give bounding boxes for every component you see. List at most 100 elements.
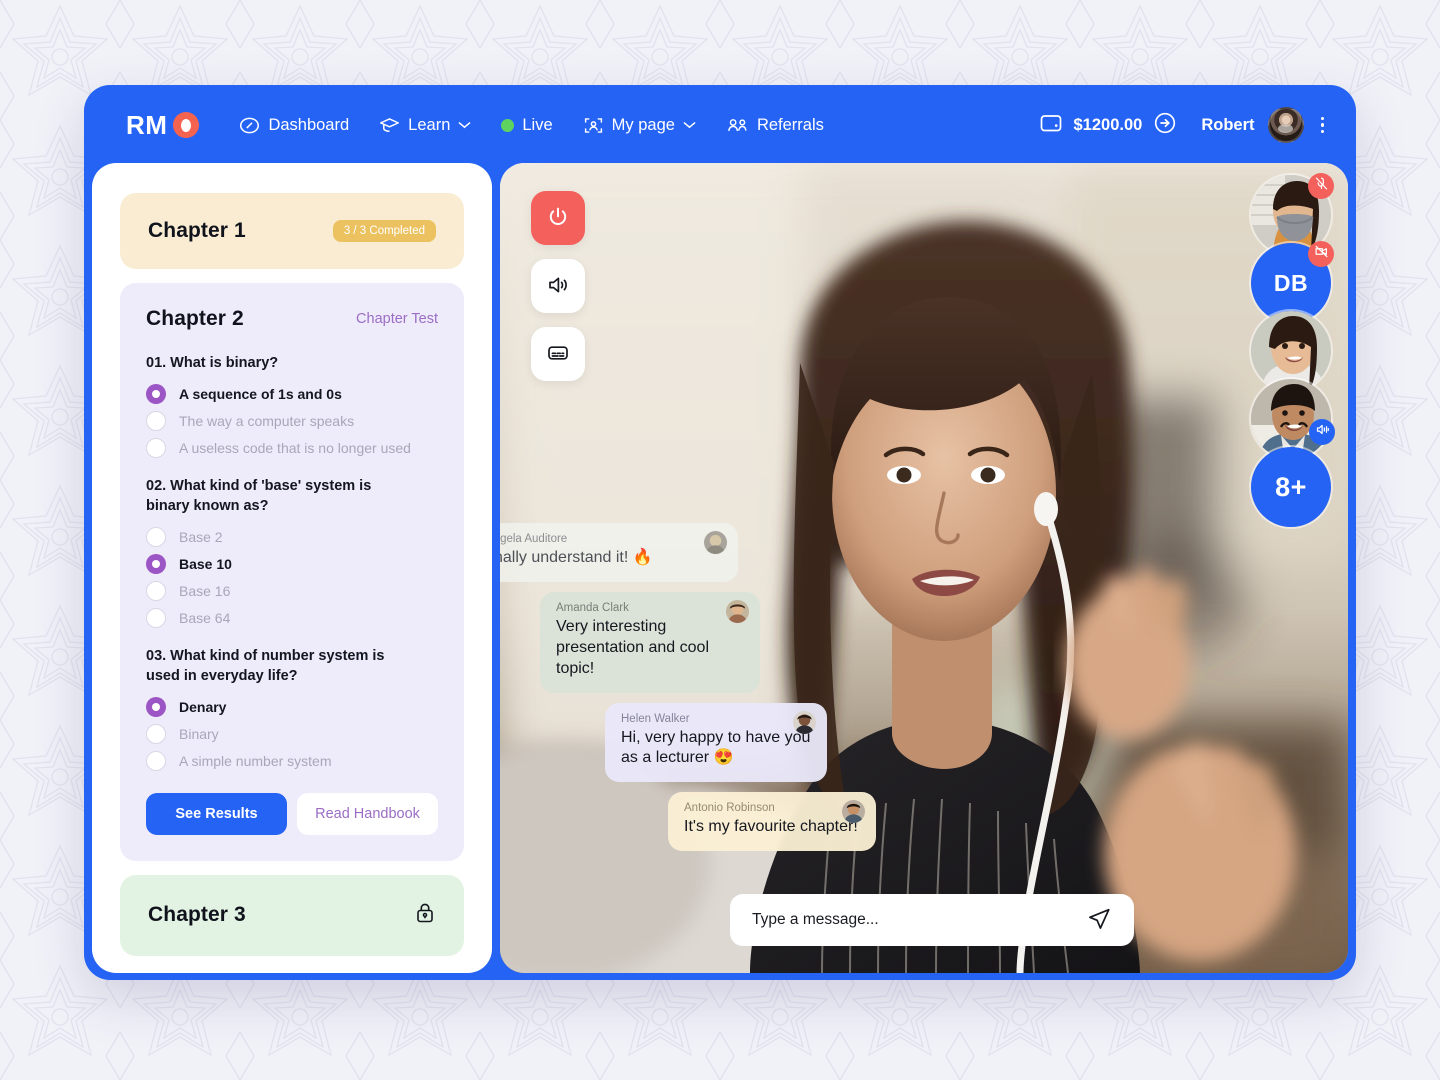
chat-message-avatar bbox=[704, 531, 727, 555]
chat-message-author: Antonio Robinson bbox=[684, 802, 775, 815]
nav-label-learn: Learn bbox=[408, 115, 451, 134]
option-label: Base 10 bbox=[179, 555, 232, 572]
question-3-option-2[interactable]: Binary bbox=[146, 723, 438, 744]
nav-label-dashboard: Dashboard bbox=[268, 115, 350, 134]
header-right: $1200.00 Robert bbox=[1039, 107, 1329, 143]
question-1-option-3[interactable]: A useless code that is no longer used bbox=[146, 437, 438, 458]
participant-4-speaking-badge bbox=[1309, 419, 1335, 445]
question-2-option-1[interactable]: Base 2 bbox=[146, 526, 438, 547]
power-icon bbox=[546, 205, 570, 232]
chapter-test-link[interactable]: Chapter Test bbox=[356, 311, 438, 327]
radio-icon bbox=[146, 410, 166, 431]
captions-icon bbox=[546, 341, 570, 368]
user-name: Robert bbox=[1201, 115, 1255, 134]
user-frame-icon bbox=[583, 115, 604, 136]
radio-icon bbox=[146, 607, 166, 628]
participant-overflow-count: 8+ bbox=[1251, 447, 1331, 527]
chat-message-author: Angela Auditore bbox=[500, 533, 568, 546]
chat-message-author: Helen Walker bbox=[621, 712, 690, 725]
nav-item-my-page[interactable]: My page bbox=[583, 115, 696, 136]
participant-overflow-label: 8+ bbox=[1275, 471, 1307, 502]
question-1-option-2[interactable]: The way a computer speaks bbox=[146, 410, 438, 431]
question-2-option-3[interactable]: Base 16 bbox=[146, 580, 438, 601]
mic-off-icon bbox=[1314, 176, 1329, 196]
chat-messages: Angela Auditore finally understand it! 🔥… bbox=[500, 523, 1348, 851]
chat-message-avatar bbox=[726, 600, 749, 624]
nav-label-my-page: My page bbox=[611, 115, 675, 134]
option-label: A useless code that is no longer used bbox=[179, 439, 411, 456]
radio-icon bbox=[146, 696, 166, 717]
participant-overflow[interactable]: 8+ bbox=[1249, 445, 1333, 529]
brand-logo[interactable]: RM bbox=[126, 109, 200, 141]
chapter-card-3[interactable]: Chapter 3 bbox=[120, 874, 464, 956]
chapter-3-title: Chapter 3 bbox=[148, 903, 246, 927]
participant-2-label: DB bbox=[1273, 269, 1309, 296]
send-button[interactable] bbox=[1082, 902, 1116, 939]
lock-icon bbox=[414, 901, 436, 930]
captions-button[interactable] bbox=[531, 327, 585, 381]
record-dot-icon bbox=[173, 112, 200, 138]
wallet-amount: $1200.00 bbox=[1073, 115, 1143, 134]
nav-item-dashboard[interactable]: Dashboard bbox=[239, 115, 349, 136]
chat-message-avatar bbox=[842, 800, 865, 824]
speaker-button[interactable] bbox=[531, 259, 585, 313]
chat-message-text: Hi, very happy to have you as a lecturer… bbox=[621, 728, 811, 767]
nav-label-live: Live bbox=[522, 115, 553, 134]
chat-message-text: It's my favourite chapter! bbox=[684, 818, 858, 836]
nav-item-learn[interactable]: Learn bbox=[379, 115, 471, 136]
chat-message-avatar bbox=[793, 710, 816, 734]
live-dot-icon bbox=[501, 118, 515, 132]
nav-item-referrals[interactable]: Referrals bbox=[726, 115, 824, 136]
user-block[interactable]: Robert bbox=[1201, 107, 1328, 143]
chat-message-2: Amanda Clark Very interesting presentati… bbox=[540, 592, 760, 693]
option-label: Denary bbox=[179, 698, 227, 715]
radio-icon bbox=[146, 750, 166, 771]
call-controls bbox=[531, 191, 585, 381]
chapter-card-1[interactable]: Chapter 1 3 / 3 Completed bbox=[120, 193, 464, 269]
option-label: Binary bbox=[179, 725, 219, 742]
wallet-icon bbox=[1039, 112, 1063, 139]
question-2-option-4[interactable]: Base 64 bbox=[146, 607, 438, 628]
participant-1-mic-off-badge bbox=[1308, 173, 1334, 199]
question-2-text: 02. What kind of 'base' system is binary… bbox=[146, 477, 372, 515]
question-3-option-3[interactable]: A simple number system bbox=[146, 750, 438, 771]
option-label: The way a computer speaks bbox=[179, 412, 355, 429]
camera-off-icon bbox=[1314, 244, 1329, 264]
brand-text: RM bbox=[126, 109, 168, 140]
people-group-icon bbox=[726, 115, 749, 136]
option-label: A sequence of 1s and 0s bbox=[179, 385, 342, 402]
robert-avatar[interactable] bbox=[1267, 107, 1304, 143]
chat-message-text: Very interesting presentation and cool t… bbox=[556, 618, 709, 677]
dashboard-gauge-icon bbox=[239, 115, 260, 136]
kebab-menu-icon[interactable] bbox=[1317, 113, 1329, 138]
chapter-card-2: Chapter 2 Chapter Test 01. What is binar… bbox=[120, 283, 464, 861]
lesson-sidebar: Chapter 1 3 / 3 Completed Chapter 2 Chap… bbox=[92, 163, 492, 973]
question-2-option-2[interactable]: Base 10 bbox=[146, 553, 438, 574]
chat-message-4: Antonio Robinson It's my favourite chapt… bbox=[668, 792, 876, 851]
radio-icon bbox=[146, 553, 166, 574]
question-3-option-1[interactable]: Denary bbox=[146, 696, 438, 717]
chevron-down-icon bbox=[683, 122, 696, 129]
see-results-button[interactable]: See Results bbox=[146, 792, 287, 835]
option-label: Base 16 bbox=[179, 582, 231, 599]
wallet-button[interactable]: $1200.00 bbox=[1039, 111, 1178, 140]
question-1-option-1[interactable]: A sequence of 1s and 0s bbox=[146, 383, 438, 404]
question-3: 03. What kind of number system is used i… bbox=[146, 646, 438, 771]
nav-label-referrals: Referrals bbox=[756, 115, 824, 134]
chat-message-author: Amanda Clark bbox=[556, 602, 629, 615]
main-nav: Dashboard Learn Live My page Referrals bbox=[239, 115, 824, 136]
radio-icon bbox=[146, 383, 166, 404]
app-body: Chapter 1 3 / 3 Completed Chapter 2 Chap… bbox=[92, 163, 1348, 973]
radio-icon bbox=[146, 526, 166, 547]
chapter-1-title: Chapter 1 bbox=[148, 219, 246, 242]
option-label: Base 2 bbox=[179, 528, 223, 545]
radio-icon bbox=[146, 437, 166, 458]
read-handbook-button[interactable]: Read Handbook bbox=[297, 792, 438, 835]
option-label: A simple number system bbox=[179, 752, 332, 769]
message-input[interactable] bbox=[752, 911, 1082, 929]
arrow-right-circle-icon[interactable] bbox=[1153, 111, 1177, 140]
graduation-cap-icon bbox=[379, 115, 400, 136]
chapter-2-title: Chapter 2 bbox=[146, 307, 244, 330]
nav-item-live[interactable]: Live bbox=[501, 115, 553, 135]
end-call-button[interactable] bbox=[531, 191, 585, 245]
